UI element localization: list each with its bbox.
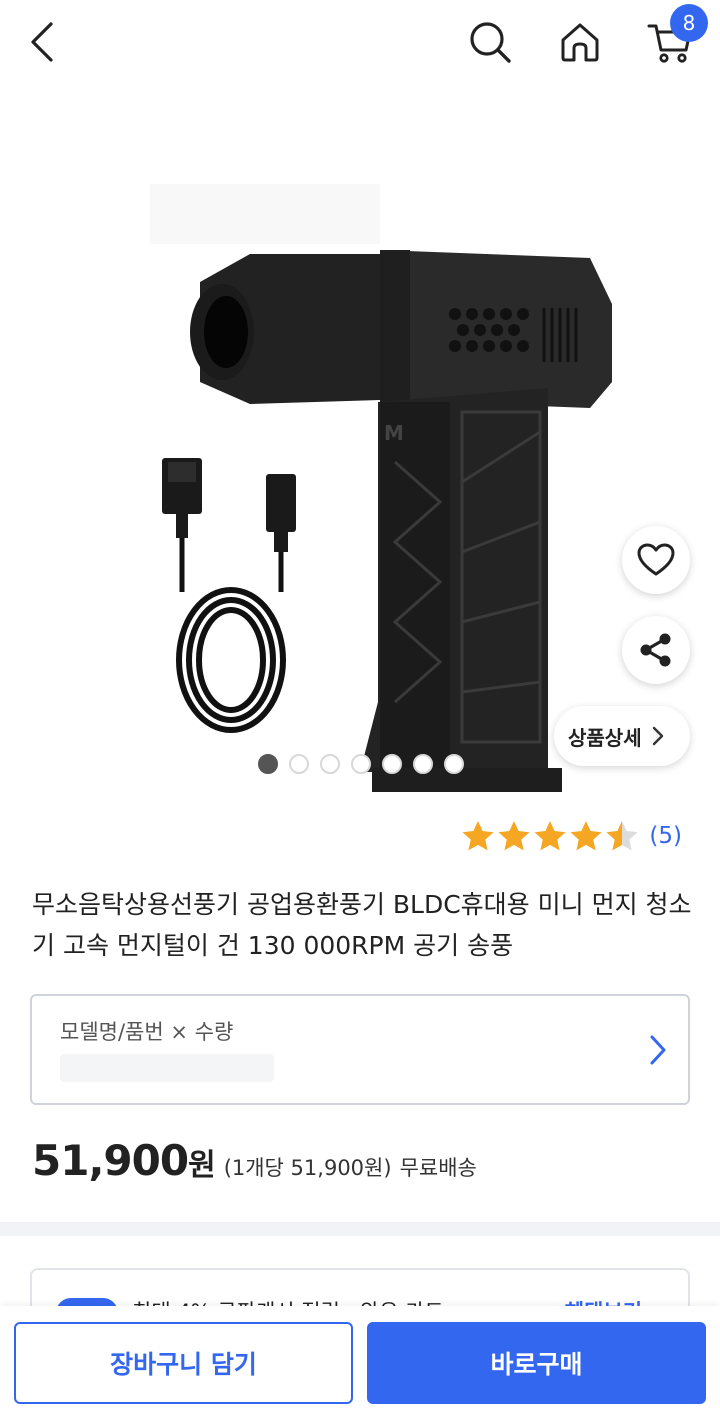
chevron-left-icon: [31, 22, 53, 62]
review-count[interactable]: (5): [649, 823, 682, 849]
share-icon: [640, 633, 671, 667]
gallery-dot-4[interactable]: [351, 754, 371, 774]
star-icon: [498, 821, 530, 851]
cart-count-badge: 8: [670, 4, 708, 42]
unit-price: (1개당 51,900원): [223, 1156, 392, 1180]
star-icon: [462, 821, 494, 851]
bottom-action-bar: 장바구니 담기 바로구매: [0, 1306, 720, 1419]
shipping-info: 무료배송: [399, 1156, 477, 1180]
search-icon: [470, 22, 511, 63]
add-to-cart-button[interactable]: 장바구니 담기: [14, 1322, 353, 1404]
price-row: 51,900 원 (1개당 51,900원) 무료배송: [32, 1136, 477, 1185]
back-button[interactable]: [14, 14, 70, 70]
gallery-dot-5[interactable]: [382, 754, 402, 774]
product-photo: M: [150, 184, 612, 792]
product-detail-label: 상품상세: [568, 725, 642, 750]
home-button[interactable]: [552, 14, 608, 70]
half-star-icon: [606, 821, 638, 851]
sale-price: 51,900: [32, 1136, 189, 1185]
gallery-dot-2[interactable]: [289, 754, 309, 774]
product-image-gallery[interactable]: M 상품상세: [0, 82, 720, 792]
gallery-dot-7[interactable]: [444, 754, 464, 774]
share-button[interactable]: [622, 616, 690, 684]
top-app-bar: 8: [0, 0, 720, 82]
gallery-dot-1[interactable]: [258, 754, 278, 774]
product-title: 무소음탁상용선풍기 공업용환풍기 BLDC휴대용 미니 먼지 청소기 고속 먼지…: [32, 890, 692, 960]
chevron-right-icon: [652, 726, 663, 746]
svg-text:M: M: [384, 421, 404, 445]
option-selector[interactable]: 모델명/품번 × 수량: [30, 994, 690, 1105]
product-detail-button[interactable]: 상품상세: [554, 706, 690, 766]
price-currency: 원: [188, 1148, 216, 1183]
gallery-dot-6[interactable]: [413, 754, 433, 774]
star-icon: [570, 821, 602, 851]
gallery-pagination: [258, 754, 464, 774]
gallery-dot-3[interactable]: [320, 754, 340, 774]
buy-now-button[interactable]: 바로구매: [367, 1322, 706, 1404]
option-label: 모델명/품번 × 수량: [60, 1020, 234, 1044]
star-icon: [534, 821, 566, 851]
like-button[interactable]: [622, 526, 690, 594]
option-value-placeholder: [60, 1054, 274, 1082]
heart-icon: [637, 543, 675, 576]
section-divider: [0, 1222, 720, 1236]
chevron-right-icon: [650, 1035, 666, 1065]
home-icon: [561, 23, 599, 62]
search-button[interactable]: [462, 14, 518, 70]
review-rating[interactable]: (5): [461, 820, 682, 852]
